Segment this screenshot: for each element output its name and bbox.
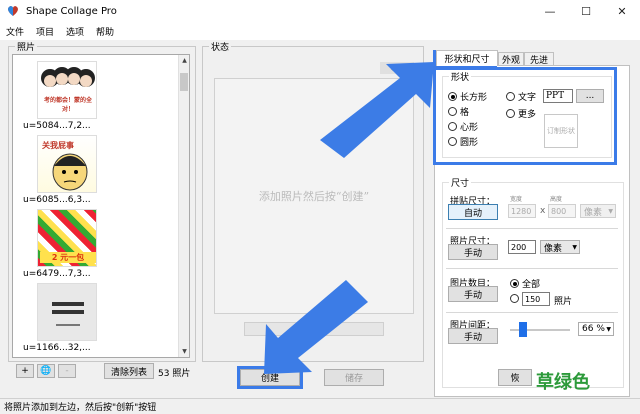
status-message: 将照片添加到左边，然后按"创新"按钮	[4, 403, 157, 413]
photo-caption: u=5084...7,2...	[23, 121, 91, 131]
divider	[446, 312, 618, 313]
tab-advanced[interactable]: 先进	[524, 52, 554, 66]
shape-highlight	[433, 67, 617, 165]
maximize-button[interactable]: ☐	[568, 0, 604, 22]
radio-indicator	[510, 279, 519, 288]
count-all-radio[interactable]: 全部	[510, 277, 540, 290]
photo-unit-value: 像素	[544, 243, 563, 254]
divider	[446, 228, 618, 229]
spacing-slider-thumb[interactable]	[519, 322, 527, 337]
scroll-thumb[interactable]	[180, 73, 188, 91]
arrow-icon	[264, 280, 368, 374]
thumbnail-banner: 考的都会！蒙的全对！	[43, 97, 92, 113]
scroll-down-icon[interactable]: ▼	[179, 346, 189, 357]
divider	[446, 268, 618, 269]
height-label: 高度	[550, 196, 563, 203]
photo-caption: u=6085...6,3...	[23, 195, 91, 205]
photo-list-scrollbar[interactable]: ▲ ▼	[178, 55, 189, 357]
paste-unit-dropdown[interactable]: 像素 ▼	[580, 204, 616, 218]
minimize-button[interactable]: —	[532, 0, 568, 22]
paste-size-auto-button[interactable]: 自动	[448, 204, 498, 220]
photo-caption: u=1166...32,...	[23, 343, 91, 353]
tab-shape-size[interactable]: 形状和尺寸	[436, 50, 498, 66]
title-bar: Shape Collage Pro — ☐ ✕	[0, 0, 640, 22]
paste-unit-value: 像素	[584, 207, 603, 218]
photo-count-manual-button[interactable]: 手动	[448, 286, 498, 302]
width-label: 宽度	[510, 196, 523, 203]
add-photo-button[interactable]: +	[16, 364, 34, 378]
chevron-down-icon: ▼	[606, 325, 611, 333]
size-group-label: 尺寸	[449, 176, 472, 189]
count-all-label: 全部	[522, 280, 541, 290]
count-custom-radio[interactable]	[510, 294, 519, 303]
photo-size-manual-button[interactable]: 手动	[448, 244, 498, 260]
photo-size-input[interactable]: 200	[508, 240, 536, 254]
list-item[interactable]: 2 元一包 u=6479...7,3...	[23, 209, 119, 279]
list-item[interactable]: 关我屁事 u=6085...6,3...	[23, 135, 119, 205]
text-image	[52, 302, 84, 326]
menu-project[interactable]: 项目	[30, 25, 60, 38]
photos-group-label: 照片	[15, 40, 38, 53]
spacing-value-field[interactable]: 66 % ▼	[578, 322, 614, 336]
window-title: Shape Collage Pro	[26, 5, 117, 17]
chevron-down-icon: ▼	[608, 207, 613, 215]
photo-count: 53 照片	[158, 366, 190, 379]
menu-file[interactable]: 文件	[0, 25, 30, 38]
tab-appearance[interactable]: 外观	[498, 52, 524, 66]
spacing-unit: %	[596, 324, 605, 334]
radio-indicator	[510, 294, 519, 303]
thumbnail-banner: 2 元一包	[40, 252, 96, 263]
watermark: 草绿色	[536, 372, 590, 393]
arrow-icon	[320, 62, 434, 158]
menu-options[interactable]: 选项	[60, 25, 90, 38]
list-item[interactable]: 考的都会！蒙的全对！ u=5084...7,2...	[23, 61, 119, 131]
photo-list[interactable]: 考的都会！蒙的全对！ u=5084...7,2... 关我屁事 u=6085..…	[12, 54, 190, 358]
photo-thumbnail: 关我屁事	[37, 135, 97, 193]
photo-count-input[interactable]: 150	[522, 292, 550, 306]
web-photo-button[interactable]: 🌐	[37, 364, 55, 378]
app-icon	[8, 6, 18, 16]
photo-thumbnail: 考的都会！蒙的全对！	[37, 61, 97, 119]
times-sign: x	[540, 206, 546, 216]
chevron-down-icon: ▼	[572, 243, 577, 251]
width-input[interactable]: 1280	[508, 204, 536, 218]
status-bar: 将照片添加到左边，然后按"创新"按钮	[0, 398, 640, 414]
remove-photo-button[interactable]: -	[58, 364, 76, 378]
preview-placeholder: 添加照片然后按“创建”	[258, 190, 370, 203]
thumbnail-banner: 关我屁事	[42, 141, 74, 150]
restore-button[interactable]: 恢	[498, 369, 532, 386]
menu-bar: 文件 项目 选项 帮助	[0, 22, 640, 40]
spacing-manual-button[interactable]: 手动	[448, 328, 498, 344]
menu-help[interactable]: 帮助	[90, 25, 120, 38]
scroll-up-icon[interactable]: ▲	[179, 55, 189, 66]
photo-caption: u=6479...7,3...	[23, 269, 91, 279]
photo-unit-dropdown[interactable]: 像素 ▼	[540, 240, 580, 254]
photo-count-unit-label: 照片	[554, 297, 573, 307]
photo-count-unit: 照片	[172, 369, 191, 379]
list-item[interactable]: u=1166...32,...	[23, 283, 119, 353]
clear-list-button[interactable]: 清除列表	[104, 363, 154, 379]
photo-thumbnail: 2 元一包	[37, 209, 97, 267]
status-group-label: 状态	[209, 40, 232, 53]
spacing-value: 66	[582, 324, 594, 334]
height-input[interactable]: 800	[548, 204, 576, 218]
close-button[interactable]: ✕	[604, 0, 640, 22]
photo-count-value: 53	[158, 369, 170, 379]
photo-thumbnail	[37, 283, 97, 341]
